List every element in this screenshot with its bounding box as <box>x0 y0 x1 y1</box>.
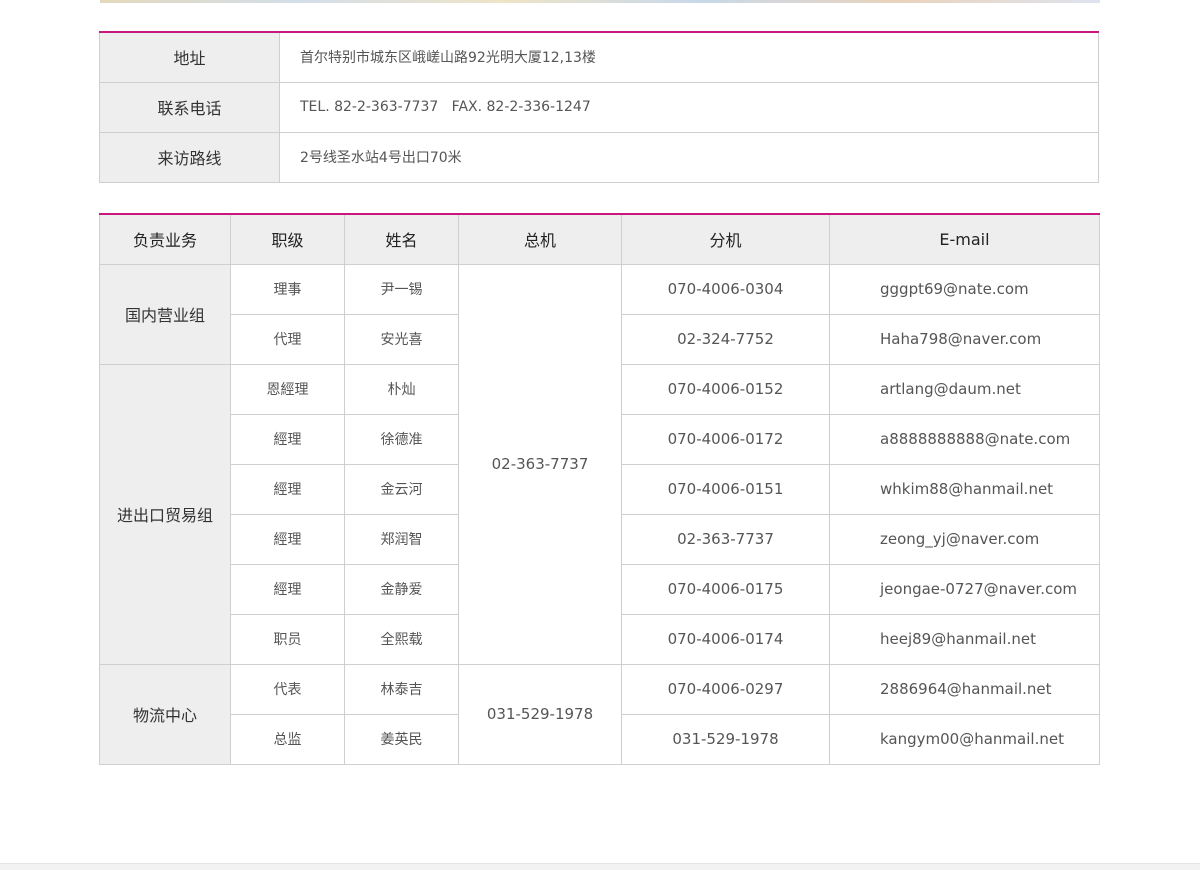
table-row: 国内营业组 理事 尹一锡 02-363-7737 070-4006-0304 g… <box>99 263 1100 665</box>
header-name: 姓名 <box>344 214 459 265</box>
table-row: 物流中心 代表 林泰吉 031-529-1978 070-4006-0297 2… <box>99 663 1100 765</box>
staff-email[interactable]: Haha798@naver.com <box>829 313 1100 365</box>
staff-extension: 070-4006-0151 <box>621 463 830 515</box>
staff-name: 姜英民 <box>344 713 459 765</box>
staff-email[interactable]: artlang@daum.net <box>829 363 1100 415</box>
header-rank: 职级 <box>230 214 345 265</box>
staff-extension: 070-4006-0297 <box>621 663 830 715</box>
dept-logistics: 物流中心 <box>99 663 231 765</box>
header-email: E-mail <box>829 214 1100 265</box>
info-row-address: 地址 首尔特别市城东区峨嵯山路92光明大厦12,13楼 <box>99 32 1099 83</box>
info-value: 2号线圣水站4号出口70米 <box>279 132 1099 183</box>
main-phone: 031-529-1978 <box>458 663 622 765</box>
info-label: 联系电话 <box>99 82 280 133</box>
staff-extension: 031-529-1978 <box>621 713 830 765</box>
info-row-directions: 来访路线 2号线圣水站4号出口70米 <box>99 132 1099 183</box>
staff-rank: 經理 <box>230 563 345 615</box>
footer-divider <box>0 863 1200 870</box>
staff-extension: 070-4006-0304 <box>621 263 830 315</box>
dept-import-export: 进出口贸易组 <box>99 363 231 665</box>
staff-email[interactable]: kangym00@hanmail.net <box>829 713 1100 765</box>
staff-rank: 总监 <box>230 713 345 765</box>
staff-name: 金静爱 <box>344 563 459 615</box>
info-value: 首尔特别市城东区峨嵯山路92光明大厦12,13楼 <box>279 32 1099 83</box>
header-main-phone: 总机 <box>458 214 622 265</box>
staff-extension: 070-4006-0172 <box>621 413 830 465</box>
staff-rank: 經理 <box>230 413 345 465</box>
info-row-phone: 联系电话 TEL. 82-2-363-7737 FAX. 82-2-336-12… <box>99 82 1099 133</box>
staff-email[interactable]: gggpt69@nate.com <box>829 263 1100 315</box>
staff-name: 徐德准 <box>344 413 459 465</box>
dept-domestic-sales: 国内营业组 <box>99 263 231 365</box>
staff-email[interactable]: whkim88@hanmail.net <box>829 463 1100 515</box>
staff-extension: 02-363-7737 <box>621 513 830 565</box>
staff-name: 尹一锡 <box>344 263 459 315</box>
staff-rank: 代理 <box>230 313 345 365</box>
staff-email[interactable]: heej89@hanmail.net <box>829 613 1100 665</box>
top-banner-strip <box>100 0 1100 3</box>
staff-rank: 职员 <box>230 613 345 665</box>
header-extension: 分机 <box>621 214 830 265</box>
staff-email[interactable]: jeongae-0727@naver.com <box>829 563 1100 615</box>
info-value: TEL. 82-2-363-7737 FAX. 82-2-336-1247 <box>279 82 1099 133</box>
staff-extension: 070-4006-0175 <box>621 563 830 615</box>
staff-email[interactable]: 2886964@hanmail.net <box>829 663 1100 715</box>
staff-name: 安光喜 <box>344 313 459 365</box>
staff-extension: 02-324-7752 <box>621 313 830 365</box>
staff-extension: 070-4006-0174 <box>621 613 830 665</box>
staff-rank: 恩經理 <box>230 363 345 415</box>
staff-name: 金云河 <box>344 463 459 515</box>
staff-rank: 經理 <box>230 463 345 515</box>
staff-extension: 070-4006-0152 <box>621 363 830 415</box>
header-dept: 负责业务 <box>99 214 231 265</box>
table-header-row: 负责业务 职级 姓名 总机 分机 E-mail <box>99 214 1100 265</box>
staff-rank: 理事 <box>230 263 345 315</box>
staff-email[interactable]: zeong_yj@naver.com <box>829 513 1100 565</box>
staff-name: 全熙载 <box>344 613 459 665</box>
staff-rank: 經理 <box>230 513 345 565</box>
info-label: 地址 <box>99 32 280 83</box>
staff-directory-table: 负责业务 职级 姓名 总机 分机 E-mail 国内营业组 理事 尹一锡 02-… <box>99 213 1100 765</box>
staff-name: 朴灿 <box>344 363 459 415</box>
staff-name: 郑润智 <box>344 513 459 565</box>
main-phone: 02-363-7737 <box>458 263 622 665</box>
contact-info-table: 地址 首尔特别市城东区峨嵯山路92光明大厦12,13楼 联系电话 TEL. 82… <box>99 31 1099 183</box>
staff-email[interactable]: a8888888888@nate.com <box>829 413 1100 465</box>
info-label: 来访路线 <box>99 132 280 183</box>
staff-name: 林泰吉 <box>344 663 459 715</box>
staff-rank: 代表 <box>230 663 345 715</box>
